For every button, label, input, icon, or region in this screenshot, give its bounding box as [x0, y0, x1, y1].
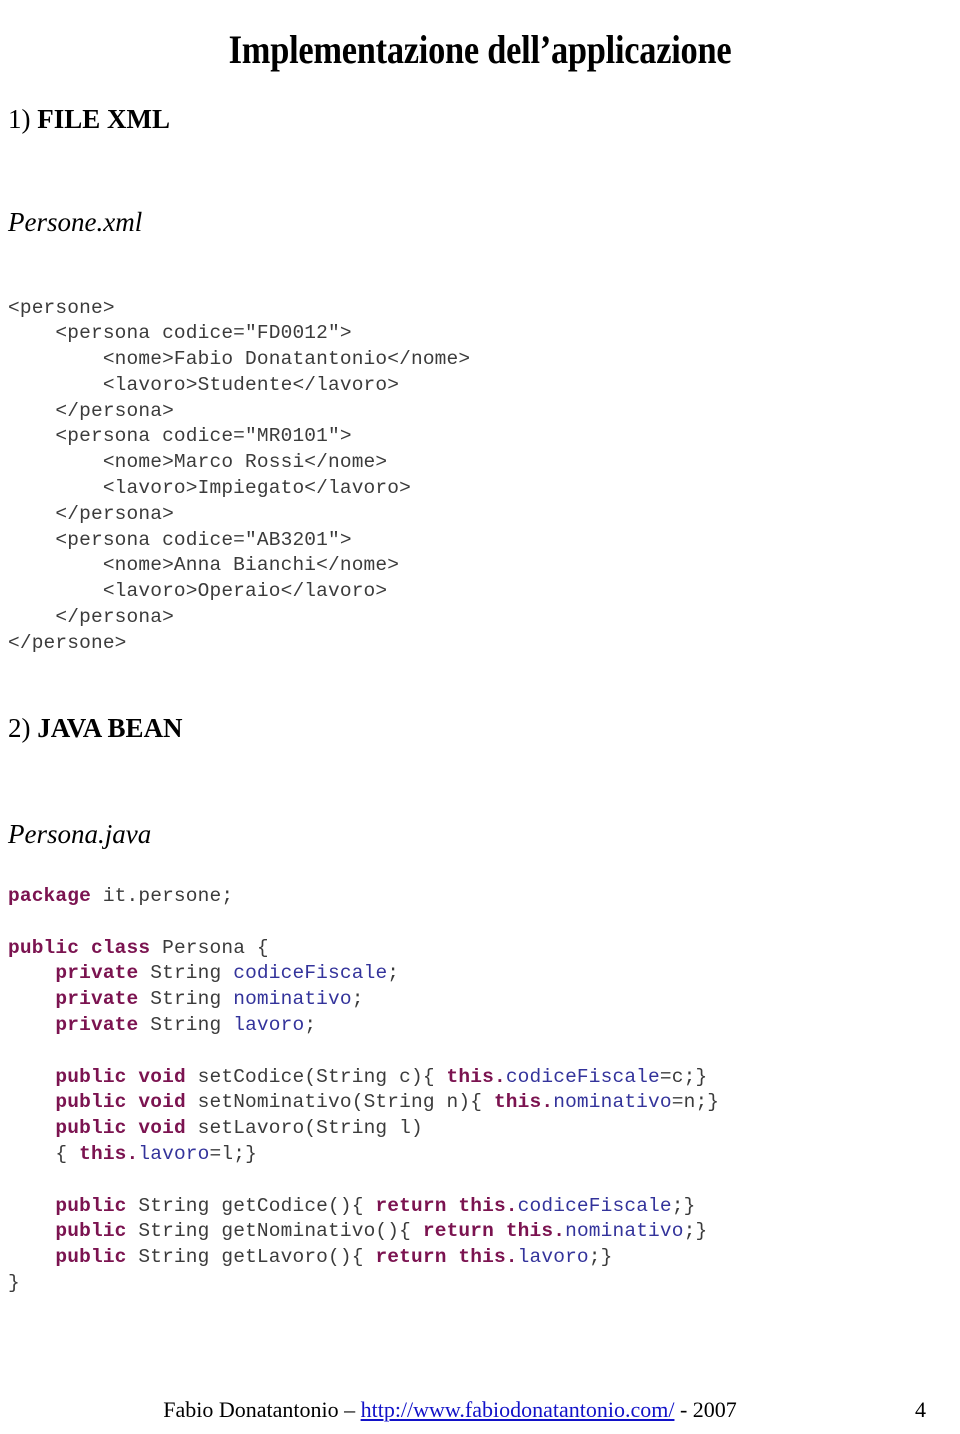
code-line: private String nominativo; [8, 987, 719, 1013]
code-token: public [55, 1246, 127, 1269]
code-line: public void setCodice(String c){ this.co… [8, 1065, 719, 1091]
code-token: this. [446, 1065, 506, 1088]
code-line: public String getLavoro(){ return this.l… [8, 1245, 719, 1271]
section-label: JAVA BEAN [30, 713, 183, 743]
code-line: public void setNominativo(String n){ thi… [8, 1090, 719, 1116]
code-token: private [55, 962, 139, 985]
code-token: return this. [422, 1220, 566, 1243]
code-token: setNominativo(String n){ [185, 1091, 494, 1114]
code-token: codiceFiscale [517, 1194, 672, 1217]
footer-credit: Fabio Donatantonio – http://www.fabiodon… [0, 1396, 900, 1424]
code-token: codiceFiscale [233, 962, 388, 985]
code-token: it.persone; [90, 885, 234, 907]
code-token: codiceFiscale [505, 1065, 660, 1088]
code-line: { this.lavoro=l;} [8, 1142, 719, 1168]
page-title: Implementazione dell’applicazione [228, 26, 732, 72]
code-line: public String getCodice(){ return this.c… [8, 1194, 719, 1220]
file-name-persone-xml: Persone.xml [8, 207, 143, 237]
footer-year: - 2007 [674, 1397, 737, 1422]
code-token: setCodice(String c){ [185, 1065, 447, 1088]
code-token: { [8, 1142, 80, 1165]
code-token: ; [351, 988, 364, 1011]
code-token: this. [493, 1091, 554, 1114]
code-token: String [138, 988, 234, 1011]
code-token: ;} [683, 1220, 708, 1243]
code-token: public [55, 1220, 127, 1243]
code-token: String getNominativo(){ [126, 1220, 423, 1243]
code-token: lavoro [233, 1013, 305, 1036]
code-token: public void [55, 1091, 186, 1114]
code-token: nominativo [233, 988, 352, 1011]
code-token: package [8, 885, 91, 907]
code-token: lavoro [517, 1246, 589, 1269]
code-token: public [55, 1194, 127, 1217]
code-token: private [55, 1013, 139, 1036]
code-token: private [55, 988, 139, 1011]
code-line: public void setLavoro(String l) [8, 1116, 719, 1142]
code-token: String [138, 1013, 234, 1036]
code-token: Persona { [150, 936, 269, 959]
code-token: return this. [375, 1194, 518, 1217]
code-token: } [8, 1271, 20, 1294]
code-token: nominativo [565, 1220, 684, 1243]
document-page: Implementazione dell’applicazione 1) FIL… [0, 0, 960, 1434]
code-token: ;} [588, 1246, 613, 1269]
code-token: ; [304, 1013, 317, 1036]
code-block-xml: <persone> <persona codice="FD0012"> <nom… [8, 296, 471, 654]
code-token: =c;} [659, 1065, 708, 1088]
page-footer: Fabio Donatantonio – http://www.fabiodon… [0, 1396, 960, 1430]
code-line: private String lavoro; [8, 1013, 719, 1039]
section-number: 1) [8, 104, 31, 134]
code-token: public class [8, 936, 151, 959]
section-heading-java-bean: 2) JAVA BEAN [8, 712, 183, 744]
footer-author: Fabio Donatantonio – [163, 1397, 361, 1422]
code-token: lavoro [138, 1142, 210, 1165]
code-line: public String getNominativo(){ return th… [8, 1219, 719, 1245]
code-token: =n;} [671, 1091, 720, 1114]
code-line: public class Persona { [8, 936, 719, 962]
code-token: this. [79, 1142, 139, 1165]
section-label: FILE XML [30, 104, 171, 134]
section-heading-file-xml: 1) FILE XML [8, 103, 170, 135]
code-token: =l;} [209, 1142, 257, 1165]
code-token: nominativo [553, 1091, 672, 1114]
code-token: String getLavoro(){ [126, 1246, 376, 1269]
code-block-java: package it.persone; public class Persona … [8, 884, 719, 1297]
code-token: public void [55, 1065, 186, 1088]
code-line: package it.persone; [8, 884, 719, 910]
code-token: public void [55, 1117, 186, 1140]
code-token: ;} [671, 1194, 696, 1217]
section-number: 2) [8, 713, 31, 743]
code-line: private String codiceFiscale; [8, 961, 719, 987]
page-number: 4 [915, 1397, 926, 1422]
code-token: setLavoro(String l) [185, 1117, 423, 1140]
code-token: String getCodice(){ [126, 1194, 376, 1217]
file-name-persona-java: Persona.java [8, 819, 152, 849]
footer-website-link[interactable]: http://www.fabiodonatantonio.com/ [361, 1397, 675, 1422]
code-token: String [138, 962, 234, 985]
code-token: ; [387, 962, 400, 985]
code-line: } [8, 1271, 719, 1297]
code-token: return this. [375, 1246, 518, 1269]
